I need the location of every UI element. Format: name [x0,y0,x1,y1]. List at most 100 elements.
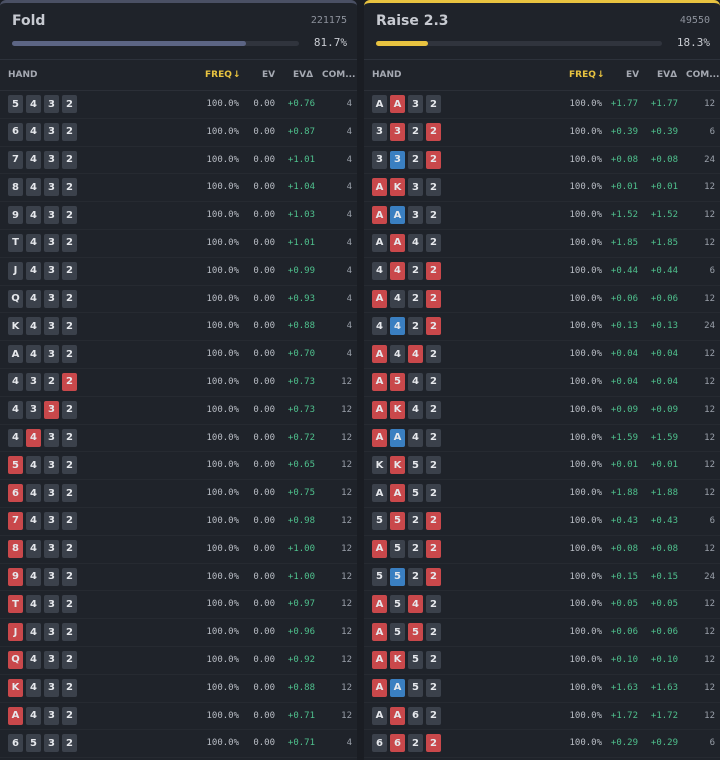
column-freq[interactable]: FREQ↓ [569,70,604,80]
playing-card: 7 [8,150,23,169]
combos-cell: 12 [341,404,352,415]
table-row[interactable]: 4 4 2 2 100.0% +0.44 +0.44 6 [364,258,720,286]
ev-cell: +1.72 [610,710,638,721]
column-hand[interactable]: HAND [372,70,402,80]
ev-delta-cell: +0.01 [650,460,678,471]
table-row[interactable]: 6 5 3 2 100.0% 0.00 +0.71 4 [0,730,357,759]
table-row[interactable]: 9 4 3 2 100.0% 0.00 +1.00 12 [0,564,357,592]
table-row[interactable]: K 4 3 2 100.0% 0.00 +0.88 12 [0,675,357,703]
table-row[interactable]: T 4 3 2 100.0% 0.00 +1.01 4 [0,230,357,258]
hand-cards: 7432 [8,150,77,169]
panel-title: Raise 2.3 [376,13,449,29]
table-row[interactable]: 8 4 3 2 100.0% 0.00 +1.04 4 [0,174,357,203]
ev-delta-cell: +1.01 [287,237,315,248]
playing-card: 5 [8,95,23,113]
table-row[interactable]: A A 6 2 100.0% +1.72 +1.72 12 [364,703,720,731]
playing-card: 5 [408,623,423,642]
table-row[interactable]: A A 3 2 100.0% +1.77 +1.77 12 [364,91,720,119]
ev-cell: +0.39 [610,126,638,137]
column-ev-delta[interactable]: EVΔ [293,70,313,80]
freq-cell: 100.0% [206,627,239,638]
hand-cards: AA32 [372,206,441,225]
column-freq[interactable]: FREQ↓ [205,70,240,80]
table-row[interactable]: 6 6 2 2 100.0% +0.29 +0.29 6 [364,730,720,759]
table-row[interactable]: 5 4 3 2 100.0% 0.00 +0.76 4 [0,91,357,119]
table-row[interactable]: 4 3 3 2 100.0% 0.00 +0.73 12 [0,397,357,425]
playing-card: 2 [62,567,77,586]
ev-cell: +0.10 [610,654,638,665]
playing-card: 3 [44,317,59,336]
table-row[interactable]: 8 4 3 2 100.0% 0.00 +1.00 12 [0,536,357,564]
combos-cell: 4 [346,237,352,248]
table-row[interactable]: 5 5 2 2 100.0% +0.15 +0.15 24 [364,564,720,592]
table-row[interactable]: A 4 3 2 100.0% 0.00 +0.71 12 [0,703,357,731]
table-row[interactable]: A 5 4 2 100.0% +0.05 +0.05 12 [364,591,720,620]
playing-card: 2 [62,206,77,225]
table-row[interactable]: 6 4 3 2 100.0% 0.00 +0.75 12 [0,480,357,508]
table-row[interactable]: A A 4 2 100.0% +1.59 +1.59 12 [364,425,720,453]
table-row[interactable]: K 4 3 2 100.0% 0.00 +0.88 4 [0,313,357,342]
playing-card: 3 [390,122,405,141]
table-row[interactable]: K K 5 2 100.0% +0.01 +0.01 12 [364,452,720,481]
table-row[interactable]: A K 3 2 100.0% +0.01 +0.01 12 [364,174,720,203]
playing-card: 4 [26,595,41,614]
column-ev-delta[interactable]: EVΔ [657,70,677,80]
table-row[interactable]: A 4 2 2 100.0% +0.06 +0.06 12 [364,286,720,314]
column-ev[interactable]: EV [262,70,275,80]
freq-cell: 100.0% [206,237,239,248]
column-hand[interactable]: HAND [8,70,38,80]
playing-card: 2 [408,317,423,336]
column-combos[interactable]: COM... [686,70,719,80]
combos-cell: 4 [346,99,352,109]
table-row[interactable]: 5 4 3 2 100.0% 0.00 +0.65 12 [0,452,357,481]
table-row[interactable]: 7 4 3 2 100.0% 0.00 +1.01 4 [0,147,357,175]
playing-card: 2 [408,122,423,141]
playing-card: 3 [44,678,59,697]
table-row[interactable]: A 5 5 2 100.0% +0.06 +0.06 12 [364,619,720,647]
column-ev[interactable]: EV [626,70,639,80]
table-row[interactable]: 4 4 2 2 100.0% +0.13 +0.13 24 [364,313,720,342]
combo-count: 49550 [679,15,710,26]
table-row[interactable]: A A 5 2 100.0% +1.63 +1.63 12 [364,675,720,703]
table-row[interactable]: A A 3 2 100.0% +1.52 +1.52 12 [364,202,720,230]
table-row[interactable]: A A 5 2 100.0% +1.88 +1.88 12 [364,480,720,508]
table-row[interactable]: 9 4 3 2 100.0% 0.00 +1.03 4 [0,202,357,230]
table-row[interactable]: 7 4 3 2 100.0% 0.00 +0.98 12 [0,508,357,536]
ev-delta-cell: +1.52 [650,210,678,221]
table-row[interactable]: A K 5 2 100.0% +0.10 +0.10 12 [364,647,720,675]
combos-cell: 12 [341,710,352,721]
table-row[interactable]: T 4 3 2 100.0% 0.00 +0.97 12 [0,591,357,620]
playing-card: 3 [44,623,59,642]
table-row[interactable]: A 4 3 2 100.0% 0.00 +0.70 4 [0,341,357,369]
table-row[interactable]: Q 4 3 2 100.0% 0.00 +0.92 12 [0,647,357,675]
ev-delta-cell: +0.99 [287,265,315,276]
table-row[interactable]: 4 3 2 2 100.0% 0.00 +0.73 12 [0,369,357,397]
playing-card: 5 [390,623,405,642]
hand-cards: AK52 [372,650,441,669]
table-row[interactable]: 5 5 2 2 100.0% +0.43 +0.43 6 [364,508,720,536]
table-row[interactable]: J 4 3 2 100.0% 0.00 +0.99 4 [0,258,357,286]
table-row[interactable]: A 5 4 2 100.0% +0.04 +0.04 12 [364,369,720,397]
panel-header: Fold 221175 81.7% [0,3,357,60]
playing-card: 4 [26,122,41,141]
ev-delta-cell: +0.04 [650,349,678,360]
table-row[interactable]: 3 3 2 2 100.0% +0.39 +0.39 6 [364,119,720,147]
table-row[interactable]: 3 3 2 2 100.0% +0.08 +0.08 24 [364,147,720,175]
table-row[interactable]: A 5 2 2 100.0% +0.08 +0.08 12 [364,536,720,564]
table-row[interactable]: A 4 4 2 100.0% +0.04 +0.04 12 [364,341,720,369]
combo-count: 221175 [310,15,347,26]
table-row[interactable]: Q 4 3 2 100.0% 0.00 +0.93 4 [0,286,357,314]
table-row[interactable]: A A 4 2 100.0% +1.85 +1.85 12 [364,230,720,258]
column-combos[interactable]: COM... [322,70,355,80]
ev-delta-cell: +0.44 [650,265,678,276]
frequency-bar-track [12,41,299,46]
table-row[interactable]: 6 4 3 2 100.0% 0.00 +0.87 4 [0,119,357,147]
freq-cell: 100.0% [206,571,239,582]
hand-cards: 3322 [372,150,441,169]
table-row[interactable]: J 4 3 2 100.0% 0.00 +0.96 12 [0,619,357,647]
raise-panel: Raise 2.3 49550 18.3% HAND FREQ↓ EV EVΔ COM... A… [364,0,720,760]
table-row[interactable]: 4 4 3 2 100.0% 0.00 +0.72 12 [0,425,357,453]
table-row[interactable]: A K 4 2 100.0% +0.09 +0.09 12 [364,397,720,425]
ev-cell: 0.00 [253,682,275,693]
combos-cell: 4 [346,293,352,304]
